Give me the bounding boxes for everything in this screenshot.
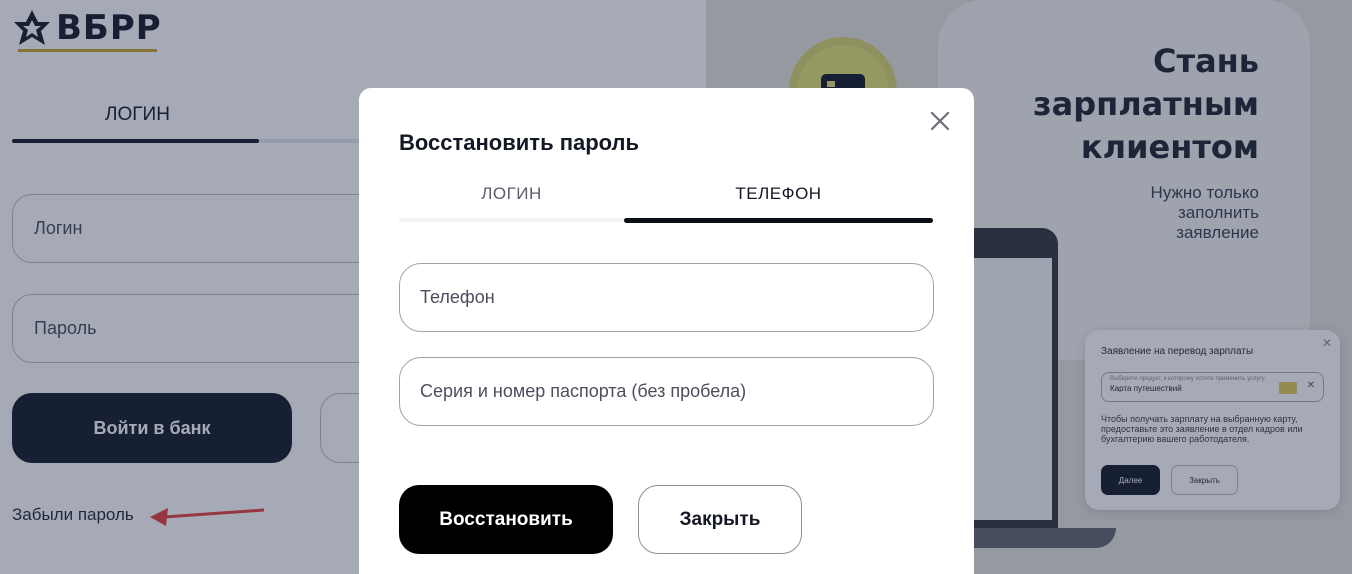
restore-method-tabs: ЛОГИН ТЕЛЕФОН [399,184,933,224]
close-button[interactable]: Закрыть [638,485,802,554]
tab-login[interactable]: ЛОГИН [399,184,624,204]
phone-field [399,263,934,332]
dialog-title: Восстановить пароль [399,130,640,155]
passport-field [399,357,934,426]
restore-password-dialog: Восстановить пароль ЛОГИН ТЕЛЕФОН Восста… [359,88,974,574]
close-icon[interactable] [927,108,953,134]
phone-input[interactable] [400,264,933,331]
passport-input[interactable] [400,358,933,425]
restore-button[interactable]: Восстановить [399,485,613,554]
tab-active-indicator [624,218,933,223]
tab-phone[interactable]: ТЕЛЕФОН [624,184,933,204]
